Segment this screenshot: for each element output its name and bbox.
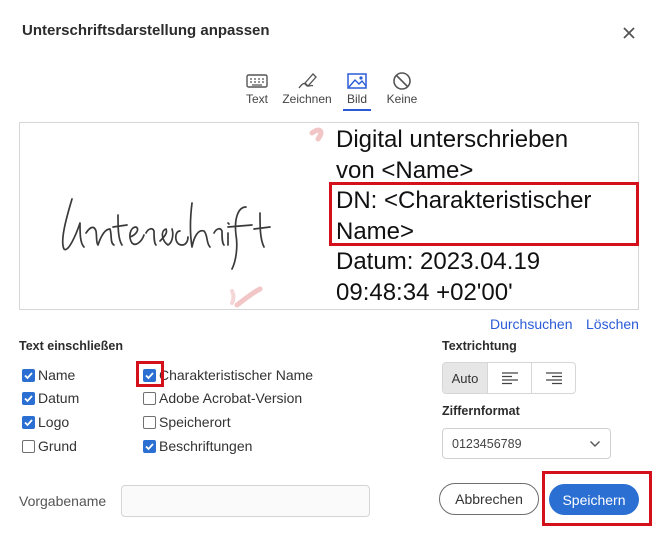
checkbox-checked-icon[interactable] — [22, 415, 35, 429]
tab-text-label: Text — [245, 92, 268, 106]
checkbox-logo-label: Logo — [38, 414, 70, 430]
checkbox-location-label: Speicherort — [159, 414, 231, 430]
signature-line-5: Datum: 2023.04.19 — [336, 248, 541, 275]
text-direction-group: Auto — [442, 362, 576, 394]
direction-rtl-button[interactable] — [532, 363, 575, 393]
checkbox-labels[interactable]: Beschriftungen — [143, 438, 252, 454]
highlight-checkbox-box — [136, 361, 164, 387]
checkbox-reason[interactable]: Grund — [22, 438, 77, 454]
browse-link[interactable]: Durchsuchen — [490, 316, 573, 332]
tab-none[interactable]: Keine — [386, 72, 418, 106]
close-icon[interactable] — [620, 24, 638, 42]
direction-ltr-button[interactable] — [488, 363, 532, 393]
tab-image[interactable]: Bild — [343, 72, 371, 111]
checkbox-name-label: Name — [38, 367, 76, 383]
checkbox-checked-icon[interactable] — [22, 391, 35, 405]
align-left-icon — [501, 372, 518, 385]
checkbox-date-label: Datum — [38, 390, 80, 406]
signature-line-1: Digital unterschrieben — [336, 126, 569, 153]
highlight-dn-box — [329, 182, 639, 246]
highlight-save-box — [542, 471, 652, 526]
checkbox-labels-label: Beschriftungen — [159, 438, 253, 454]
preset-name-label: Vorgabename — [19, 493, 107, 509]
checkbox-reason-label: Grund — [38, 438, 77, 454]
dialog-title: Unterschriftsdarstellung anpassen — [22, 22, 270, 39]
checkbox-checked-icon[interactable] — [143, 439, 156, 453]
tab-none-label: Keine — [386, 92, 418, 106]
pen-icon — [298, 73, 317, 89]
checkbox-distinguished-name[interactable]: Charakteristischer Name — [143, 367, 313, 383]
checkbox-unchecked-icon[interactable] — [143, 415, 156, 429]
keyboard-icon — [246, 74, 268, 88]
delete-link[interactable]: Löschen — [586, 316, 639, 332]
include-text-heading: Text einschließen — [19, 339, 123, 353]
checkbox-location[interactable]: Speicherort — [143, 414, 231, 430]
tab-draw-label: Zeichnen — [282, 92, 332, 106]
tab-text[interactable]: Text — [243, 72, 271, 106]
cancel-button[interactable]: Abbrechen — [439, 483, 539, 515]
checkbox-logo[interactable]: Logo — [22, 414, 69, 430]
checkbox-checked-icon[interactable] — [22, 368, 35, 382]
checkbox-acrobat-version-label: Adobe Acrobat-Version — [159, 390, 303, 406]
preset-name-input[interactable] — [121, 485, 370, 517]
direction-auto-button[interactable]: Auto — [443, 363, 488, 393]
digit-format-value: 0123456789 — [452, 436, 522, 451]
image-icon — [347, 73, 367, 89]
checkbox-unchecked-icon[interactable] — [22, 439, 35, 453]
align-right-icon — [545, 372, 562, 385]
tab-draw[interactable]: Zeichnen — [280, 72, 334, 106]
checkbox-name[interactable]: Name — [22, 367, 75, 383]
checkbox-date[interactable]: Datum — [22, 390, 79, 406]
checkbox-distinguished-name-label: Charakteristischer Name — [159, 367, 314, 383]
none-icon — [393, 72, 411, 90]
checkbox-unchecked-icon[interactable] — [143, 391, 156, 405]
digit-format-select[interactable]: 0123456789 — [442, 428, 611, 459]
checkbox-acrobat-version[interactable]: Adobe Acrobat-Version — [143, 390, 302, 406]
chevron-down-icon — [590, 441, 600, 447]
text-direction-heading: Textrichtung — [442, 339, 517, 353]
digit-format-heading: Ziffernformat — [442, 404, 520, 418]
tab-image-label: Bild — [346, 92, 367, 106]
signature-line-6: 09:48:34 +02'00' — [336, 278, 513, 306]
